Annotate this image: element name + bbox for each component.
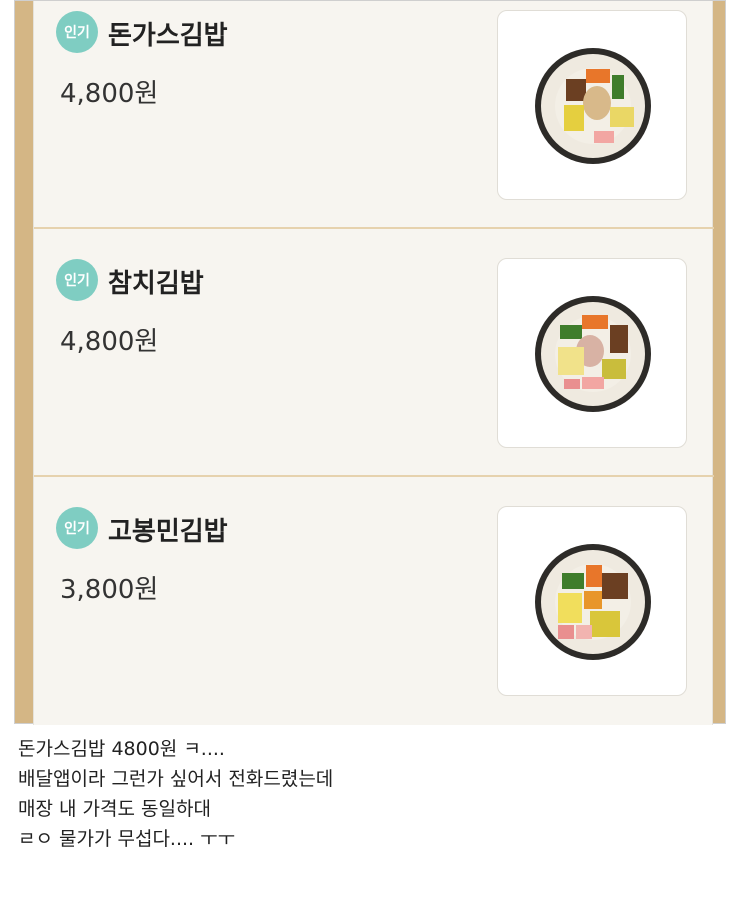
menu-item-name: 돈가스김밥 [108, 21, 228, 51]
menu-item-price: 4,800원 [60, 79, 159, 109]
menu-item-name: 고봉민김밥 [108, 517, 228, 547]
caption-line: 돈가스김밥 4800원 ㅋ.... [18, 738, 225, 760]
caption-line: ㄹㅇ 물가가 무섭다.... ㅜㅜ [18, 828, 236, 850]
popular-badge: 인기 [56, 259, 98, 301]
menu-item-price: 3,800원 [60, 575, 159, 605]
menu-item-gobongmin-kimbap[interactable]: 인기 고봉민김밥 3,800원 [34, 477, 714, 725]
menu-list: 인기 돈가스김밥 4,800원 인기 참치김밥 4,800원 인기 고봉민김밥 … [33, 0, 714, 725]
menu-item-price: 4,800원 [60, 327, 159, 357]
popular-badge: 인기 [56, 507, 98, 549]
popular-badge: 인기 [56, 11, 98, 53]
post-caption: 돈가스김밥 4800원 ㅋ.... 배달앱이라 그런가 싶어서 전화드렸는데 매… [18, 734, 728, 854]
menu-item-name: 참치김밥 [108, 269, 204, 299]
menu-item-donkatsu-kimbap[interactable]: 인기 돈가스김밥 4,800원 [34, 0, 714, 229]
caption-line: 배달앱이라 그런가 싶어서 전화드렸는데 [18, 768, 334, 790]
kimbap-gobongmin-icon [497, 506, 687, 696]
menu-screenshot-frame: 인기 돈가스김밥 4,800원 인기 참치김밥 4,800원 인기 고봉민김밥 … [14, 0, 726, 725]
menu-item-tuna-kimbap[interactable]: 인기 참치김밥 4,800원 [34, 229, 714, 477]
kimbap-tuna-icon [497, 258, 687, 448]
kimbap-donkatsu-icon [497, 10, 687, 200]
caption-line: 매장 내 가격도 동일하대 [18, 798, 211, 820]
